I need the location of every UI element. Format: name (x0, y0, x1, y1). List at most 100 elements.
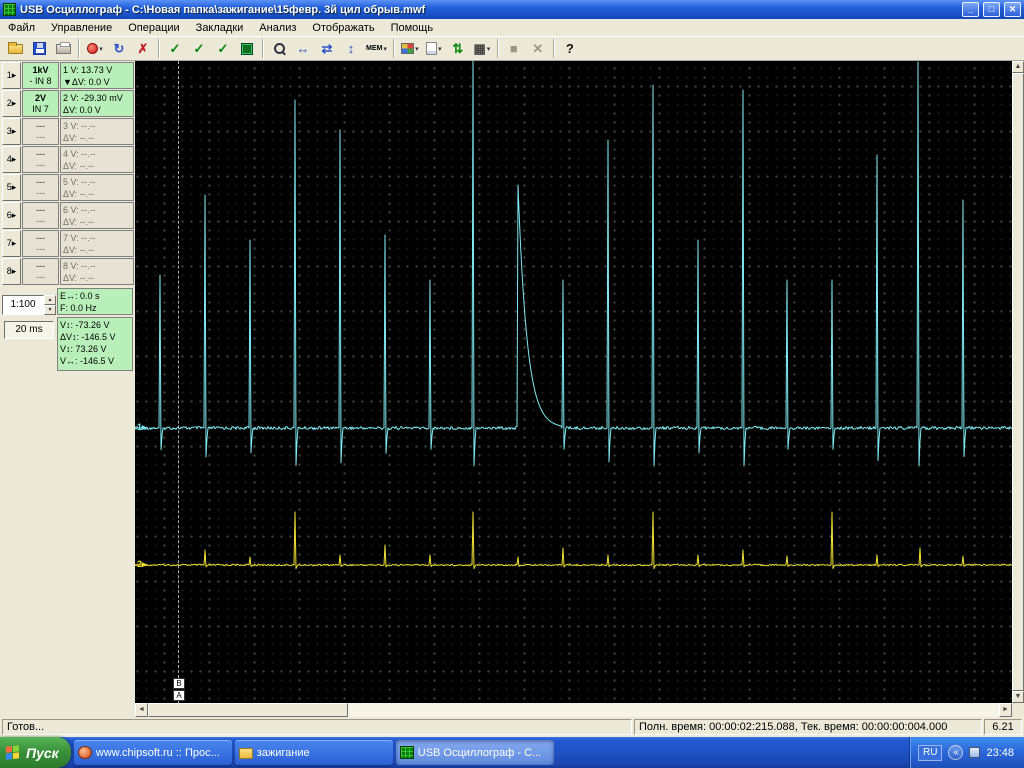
horizontal-scroll-thumb[interactable] (148, 703, 348, 717)
channel-8-range[interactable]: ------ (22, 258, 59, 285)
report-button[interactable]: ▾ (422, 38, 446, 60)
channel-6-button[interactable]: 6▸ (2, 202, 21, 229)
sort-button[interactable]: ⇅ (446, 38, 470, 60)
refresh-button[interactable]: ↻ (107, 38, 131, 60)
minimize-button[interactable]: _ (962, 2, 979, 17)
taskbar-button-folder[interactable]: зажигание (235, 740, 393, 765)
menu-item-display[interactable]: Отображать (304, 20, 382, 36)
probe-ratio-input[interactable]: 1:100 (2, 295, 44, 315)
voltage-value: 7 V: --.-- (63, 232, 131, 244)
horizontal-scrollbar[interactable]: ◄ ► (135, 703, 1012, 717)
voltage-value: 1 V: 13.73 V (63, 64, 131, 76)
close-button[interactable]: ✕ (1004, 2, 1021, 17)
taskbar-button-scope[interactable]: USB Осциллограф - C... (396, 740, 554, 765)
memory-button[interactable]: МЕМ▾ (363, 38, 390, 60)
input-label: IN 7 (32, 104, 49, 115)
check-signal-2-button[interactable]: ✓ (187, 38, 211, 60)
time-cursor-line[interactable] (178, 61, 179, 703)
system-tray: RU « 23:48 (909, 737, 1024, 768)
timebase-selector[interactable]: 20 ms (4, 321, 54, 339)
grid-button[interactable]: ▦▾ (470, 38, 494, 60)
voltage-value: 5 V: --.-- (63, 176, 131, 188)
oscilloscope-display[interactable]: B A 1▸ 2▸ (135, 61, 1012, 703)
delta-voltage-value: ΔV: 0.0 V (63, 104, 131, 116)
input-label: --- (36, 216, 45, 227)
vertical-scroll-thumb[interactable] (1012, 73, 1024, 691)
channel-panel: 1▸1kV- IN 81 V: 13.73 V▼ΔV: 0.0 V2▸2VIN … (0, 61, 135, 703)
menu-item-analysis[interactable]: Анализ (251, 20, 304, 36)
input-label: --- (36, 272, 45, 283)
display-mode-button[interactable]: ▾ (398, 38, 422, 60)
range-value: --- (36, 205, 45, 216)
help-button[interactable]: ? (558, 38, 582, 60)
time-frequency-box: E↔: 0.0 s F: 0.0 Hz (57, 288, 133, 315)
print-button[interactable] (51, 38, 75, 60)
channel-7-button[interactable]: 7▸ (2, 230, 21, 257)
channel-7-range[interactable]: ------ (22, 230, 59, 257)
zoom-auto-button[interactable] (267, 38, 291, 60)
maximize-button[interactable]: □ (983, 2, 1000, 17)
vertical-scrollbar[interactable]: ▲ ▼ (1012, 61, 1024, 703)
task-label: зажигание (257, 747, 310, 759)
channel-1-marker[interactable]: 1▸ (137, 422, 147, 433)
language-indicator[interactable]: RU (918, 745, 942, 761)
marker-a[interactable]: A (173, 690, 185, 701)
check-wave-icon: ✓ (170, 42, 181, 56)
fit-horizontal-button[interactable]: ↔ (291, 38, 315, 60)
statusbar: Готов... Полн. время: 00:00:02:215.088, … (0, 717, 1024, 737)
fit-vertical-button[interactable]: ↕ (339, 38, 363, 60)
window-title: USB Осциллограф - C:\Новая папка\зажиган… (20, 4, 958, 16)
tray-expand-button[interactable]: « (948, 745, 963, 760)
channel-1-button[interactable]: 1▸ (2, 62, 21, 89)
check-signal-1-button[interactable]: ✓ (163, 38, 187, 60)
start-button[interactable]: Пуск (0, 737, 71, 768)
channel-4-range[interactable]: ------ (22, 146, 59, 173)
fit-horizontal-icon: ↔ (297, 42, 310, 56)
range-value: 2V (35, 93, 46, 104)
record-button[interactable]: ▾ (83, 38, 107, 60)
toolbar: ▾↻✗✓✓✓↔⇄↕МЕМ▾▾▾⇅▦▾■✕? (0, 37, 1024, 61)
delta-voltage-value: ▼ΔV: 0.0 V (63, 76, 131, 88)
menu-item-help[interactable]: Помощь (383, 20, 442, 36)
taskbar-button-browser[interactable]: www.chipsoft.ru :: Прос... (74, 740, 232, 765)
marker-b[interactable]: B (173, 678, 185, 689)
scroll-right-button[interactable]: ► (999, 703, 1012, 717)
probe-ratio-down-button[interactable]: ▾ (44, 305, 56, 315)
channel-1-range[interactable]: 1kV- IN 8 (22, 62, 59, 89)
channel-5-button[interactable]: 5▸ (2, 174, 21, 201)
save-file-button[interactable] (27, 38, 51, 60)
channel-2-marker[interactable]: 2▸ (137, 559, 147, 570)
channel-8-row: 8▸------8 V: --.--ΔV: --.-- (2, 258, 134, 285)
channel-2-button[interactable]: 2▸ (2, 90, 21, 117)
probe-ratio-up-button[interactable]: ▴ (44, 295, 56, 305)
scroll-up-button[interactable]: ▲ (1012, 61, 1024, 73)
folder-icon (239, 748, 253, 759)
delete-fragment-button[interactable]: ✗ (131, 38, 155, 60)
toolbar-separator (78, 39, 80, 58)
channel-6-range[interactable]: ------ (22, 202, 59, 229)
menu-item-file[interactable]: Файл (0, 20, 43, 36)
channel-3-range[interactable]: ------ (22, 118, 59, 145)
tray-device-icon[interactable] (969, 747, 980, 758)
input-label: --- (36, 160, 45, 171)
check-signal-3-button[interactable]: ✓ (211, 38, 235, 60)
channel-7-measure: 7 V: --.--ΔV: --.-- (60, 230, 134, 257)
dropdown-arrow-icon: ▾ (487, 45, 491, 53)
channel-3-button[interactable]: 3▸ (2, 118, 21, 145)
channel-5-range[interactable]: ------ (22, 174, 59, 201)
menu-item-bookmarks[interactable]: Закладки (188, 20, 252, 36)
channel-2-range[interactable]: 2VIN 7 (22, 90, 59, 117)
scroll-left-button[interactable]: ◄ (135, 703, 148, 717)
open-file-button[interactable] (3, 38, 27, 60)
channel-8-button[interactable]: 8▸ (2, 258, 21, 285)
menu-item-control[interactable]: Управление (43, 20, 120, 36)
menu-item-operations[interactable]: Операции (120, 20, 187, 36)
dropdown-arrow-icon: ▾ (438, 45, 442, 53)
scroll-down-button[interactable]: ▼ (1012, 691, 1024, 703)
delta-voltage-value: ΔV: --.-- (63, 160, 131, 172)
channel-4-button[interactable]: 4▸ (2, 146, 21, 173)
voltage-value: 2 V: -29.30 mV (63, 92, 131, 104)
signal-window-button[interactable] (235, 38, 259, 60)
scroll-mode-button[interactable]: ⇄ (315, 38, 339, 60)
report-page-icon (426, 42, 437, 55)
